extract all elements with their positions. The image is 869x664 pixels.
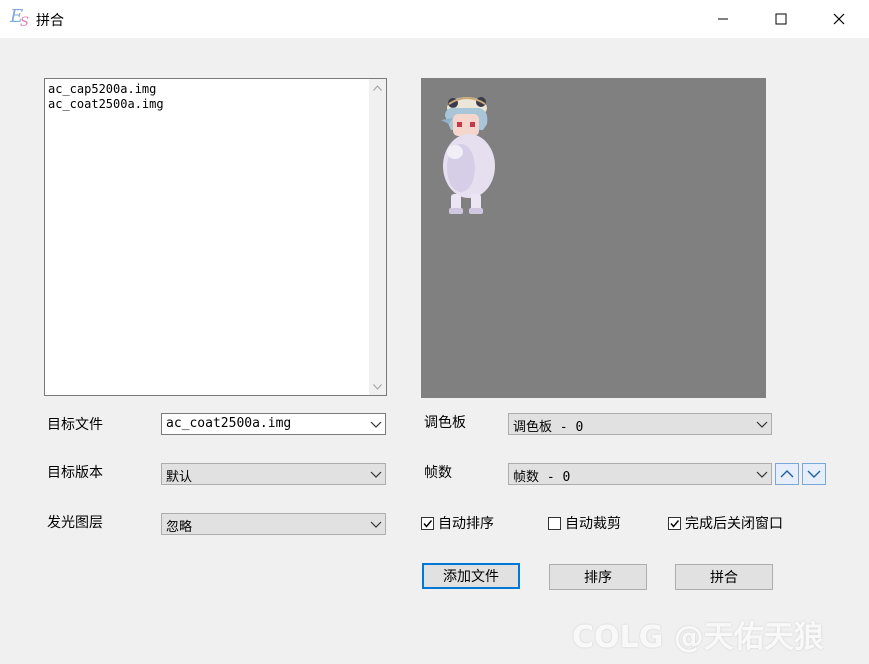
merge-button[interactable]: 拼合 <box>675 564 773 590</box>
chevron-down-icon <box>370 471 382 478</box>
target-file-select[interactable]: ac_coat2500a.img <box>161 413 386 435</box>
character-sprite <box>441 97 495 214</box>
list-scrollbar[interactable] <box>369 79 386 395</box>
app-logo-icon: ES <box>10 6 29 30</box>
close-after-checkbox[interactable]: 完成后关闭窗口 <box>668 513 783 533</box>
glow-layer-select[interactable]: 忽略 <box>161 513 386 535</box>
chevron-down-icon <box>807 470 821 478</box>
auto-crop-checkbox[interactable]: 自动裁剪 <box>548 513 621 533</box>
auto-sort-label: 自动排序 <box>438 516 494 532</box>
auto-crop-label: 自动裁剪 <box>565 516 621 532</box>
maximize-button[interactable] <box>752 0 810 38</box>
frame-down-button[interactable] <box>802 463 826 485</box>
target-version-select[interactable]: 默认 <box>161 463 386 485</box>
close-button[interactable] <box>810 0 868 38</box>
chevron-down-icon <box>370 521 382 528</box>
check-icon <box>670 519 680 528</box>
frame-up-button[interactable] <box>775 463 799 485</box>
watermark: COLG @天佑天狼 <box>572 620 824 655</box>
file-list[interactable]: ac_cap5200a.img ac_coat2500a.img <box>44 78 387 396</box>
auto-sort-checkbox[interactable]: 自动排序 <box>421 513 494 533</box>
frames-select[interactable]: 帧数 - 0 <box>508 463 772 485</box>
target-version-value: 默认 <box>166 470 193 485</box>
check-icon <box>423 519 433 528</box>
glow-layer-label: 发光图层 <box>47 515 103 531</box>
window-title: 拼合 <box>36 13 64 29</box>
file-list-items: ac_cap5200a.img ac_coat2500a.img <box>48 82 164 112</box>
close-after-label: 完成后关闭窗口 <box>685 516 783 532</box>
checkbox-box[interactable] <box>548 516 561 530</box>
sort-button[interactable]: 排序 <box>549 564 647 590</box>
title-bar: ES 拼合 <box>0 0 869 38</box>
sprite-preview <box>421 78 766 398</box>
palette-value: 调色板 - 0 <box>513 420 584 435</box>
chevron-up-icon <box>780 470 794 478</box>
chevron-down-icon <box>756 471 768 478</box>
frames-label: 帧数 <box>424 465 452 481</box>
close-icon <box>833 13 845 25</box>
checkbox-box[interactable] <box>668 516 681 530</box>
palette-select[interactable]: 调色板 - 0 <box>508 413 772 435</box>
target-version-label: 目标版本 <box>47 465 103 481</box>
list-item[interactable]: ac_cap5200a.img <box>48 82 164 97</box>
maximize-icon <box>775 13 787 25</box>
add-file-button[interactable]: 添加文件 <box>422 563 520 589</box>
frames-value: 帧数 - 0 <box>513 470 571 485</box>
glow-layer-value: 忽略 <box>166 520 193 535</box>
target-file-label: 目标文件 <box>47 417 103 433</box>
checkbox-box[interactable] <box>421 516 434 530</box>
chevron-down-icon <box>370 421 382 428</box>
chevron-up-icon <box>373 84 382 91</box>
scroll-up-button[interactable] <box>369 79 386 96</box>
minimize-button[interactable] <box>694 0 752 38</box>
minimize-icon <box>718 18 728 20</box>
target-file-value: ac_coat2500a.img <box>166 416 292 431</box>
chevron-down-icon <box>373 383 382 390</box>
chevron-down-icon <box>756 421 768 428</box>
list-item[interactable]: ac_coat2500a.img <box>48 97 164 112</box>
scroll-down-button[interactable] <box>369 378 386 395</box>
palette-label: 调色板 <box>424 415 466 431</box>
